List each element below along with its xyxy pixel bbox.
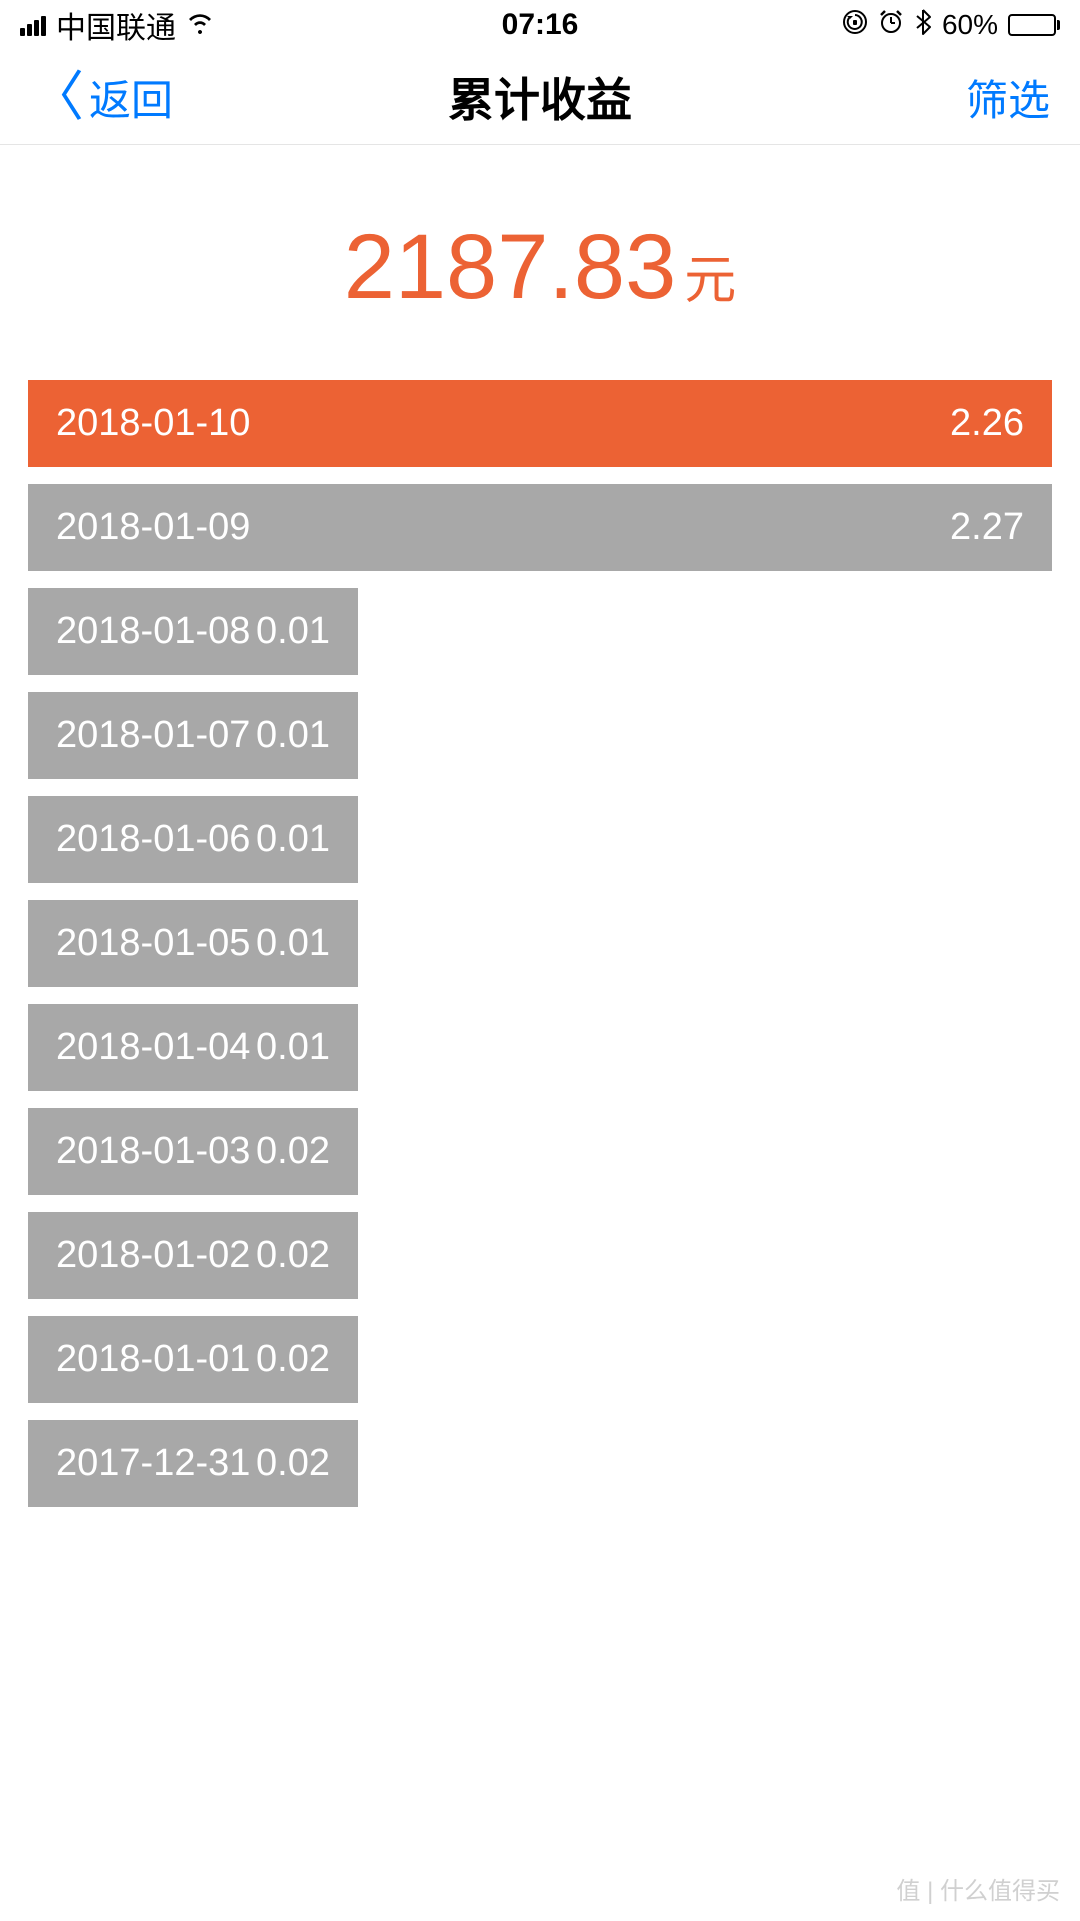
- bar-fill: 2017-12-310.02: [28, 1420, 358, 1507]
- alarm-icon: [878, 9, 904, 42]
- list-item[interactable]: 2018-01-040.01: [28, 1004, 1052, 1091]
- row-date: 2018-01-06: [56, 818, 250, 861]
- row-value: 0.02: [256, 1442, 330, 1485]
- battery-percent: 60%: [942, 9, 998, 41]
- back-button[interactable]: 〈 返回: [30, 67, 173, 128]
- wifi-icon: [186, 10, 214, 41]
- row-value: 0.01: [256, 1026, 330, 1069]
- row-value: 0.02: [256, 1234, 330, 1277]
- row-date: 2018-01-09: [56, 506, 250, 549]
- list-item[interactable]: 2018-01-050.01: [28, 900, 1052, 987]
- row-date: 2018-01-04: [56, 1026, 250, 1069]
- row-value: 2.26: [950, 402, 1024, 445]
- bar-fill: 2018-01-040.01: [28, 1004, 358, 1091]
- back-label: 返回: [89, 67, 173, 128]
- row-date: 2018-01-02: [56, 1234, 250, 1277]
- bar-fill: 2018-01-050.01: [28, 900, 358, 987]
- status-bar: 中国联通 07:16 60%: [0, 0, 1080, 50]
- row-date: 2018-01-07: [56, 714, 250, 757]
- page-title: 累计收益: [448, 64, 632, 130]
- bluetooth-icon: [914, 8, 932, 43]
- list-item[interactable]: 2018-01-020.02: [28, 1212, 1052, 1299]
- bar-fill: 2018-01-030.02: [28, 1108, 358, 1195]
- battery-icon: [1008, 14, 1060, 36]
- row-value: 0.01: [256, 610, 330, 653]
- bar-fill: 2018-01-010.02: [28, 1316, 358, 1403]
- row-value: 0.02: [256, 1130, 330, 1173]
- nav-bar: 〈 返回 累计收益 筛选: [0, 50, 1080, 145]
- list-item[interactable]: 2018-01-030.02: [28, 1108, 1052, 1195]
- list-item[interactable]: 2018-01-010.02: [28, 1316, 1052, 1403]
- earnings-list[interactable]: 2018-01-102.262018-01-092.272018-01-080.…: [0, 380, 1080, 1507]
- row-value: 2.27: [950, 506, 1024, 549]
- row-date: 2018-01-05: [56, 922, 250, 965]
- status-left: 中国联通: [20, 3, 214, 47]
- status-time: 07:16: [502, 8, 579, 42]
- list-item[interactable]: 2018-01-080.01: [28, 588, 1052, 675]
- bar-fill: 2018-01-070.01: [28, 692, 358, 779]
- row-value: 0.01: [256, 714, 330, 757]
- bar-fill: 2018-01-080.01: [28, 588, 358, 675]
- rotation-lock-icon: [842, 9, 868, 42]
- row-value: 0.02: [256, 1338, 330, 1381]
- bar-fill: 2018-01-060.01: [28, 796, 358, 883]
- row-date: 2018-01-01: [56, 1338, 250, 1381]
- row-date: 2018-01-03: [56, 1130, 250, 1173]
- signal-icon: [20, 14, 46, 36]
- total-earnings: 2187.83元: [0, 145, 1080, 380]
- row-value: 0.01: [256, 818, 330, 861]
- row-value: 0.01: [256, 922, 330, 965]
- filter-button[interactable]: 筛选: [966, 67, 1050, 128]
- bar-fill: 2018-01-020.02: [28, 1212, 358, 1299]
- list-item[interactable]: 2018-01-070.01: [28, 692, 1052, 779]
- total-amount: 2187.83: [344, 216, 677, 318]
- list-item[interactable]: 2018-01-060.01: [28, 796, 1052, 883]
- status-right: 60%: [842, 8, 1060, 43]
- carrier-label: 中国联通: [56, 3, 176, 47]
- list-item[interactable]: 2017-12-310.02: [28, 1420, 1052, 1507]
- list-item[interactable]: 2018-01-10 2.26: [28, 380, 1052, 467]
- total-unit: 元: [684, 252, 736, 310]
- row-date: 2018-01-08: [56, 610, 250, 653]
- row-date: 2018-01-10: [56, 402, 250, 445]
- row-date: 2017-12-31: [56, 1442, 250, 1485]
- watermark: 值 | 什么值得买: [896, 1871, 1060, 1906]
- chevron-left-icon: 〈: [30, 70, 84, 124]
- list-item[interactable]: 2018-01-09 2.27: [28, 484, 1052, 571]
